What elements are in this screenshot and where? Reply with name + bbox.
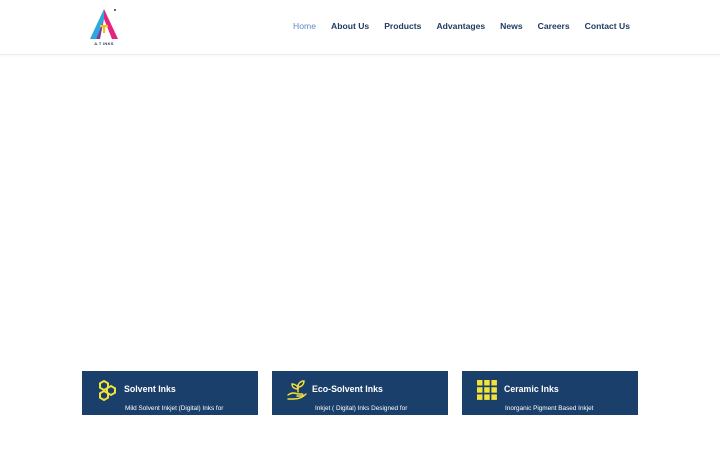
nav-products[interactable]: Products [384,21,421,31]
plant-hand-icon [287,380,307,400]
nav-about-us[interactable]: About Us [331,21,369,31]
card-title: Eco-Solvent Inks [312,384,383,394]
logo-mark-icon [90,9,118,39]
grid-icon [477,380,497,400]
main-nav: Home About Us Products Advantages News C… [293,21,630,31]
card-solvent-inks[interactable]: Solvent Inks Mild Solvent Inkjet (Digita… [82,371,258,415]
nav-advantages[interactable]: Advantages [436,21,485,31]
card-description: Inkjet ( Digital) Inks Designed for [315,405,408,412]
card-ceramic-inks[interactable]: Ceramic Inks Inorganic Pigment Based Ink… [462,371,638,415]
site-header: A.T INKS Home About Us Products Advantag… [0,0,720,55]
hexagons-icon [99,379,116,401]
nav-contact-us[interactable]: Contact Us [585,21,630,31]
product-cards: Solvent Inks Mild Solvent Inkjet (Digita… [82,371,638,415]
card-eco-solvent-inks[interactable]: Eco-Solvent Inks Inkjet ( Digital) Inks … [272,371,448,415]
nav-news[interactable]: News [500,21,522,31]
site-logo[interactable]: A.T INKS [84,7,124,47]
nav-careers[interactable]: Careers [538,21,570,31]
logo-text: A.T INKS [94,41,114,46]
card-description: Mild Solvent Inkjet (Digital) Inks for [125,405,224,412]
card-title: Solvent Inks [124,384,176,394]
card-description: Inorganic Pigment Based Inkjet [505,405,594,412]
nav-home[interactable]: Home [293,21,316,31]
card-title: Ceramic Inks [504,384,559,394]
